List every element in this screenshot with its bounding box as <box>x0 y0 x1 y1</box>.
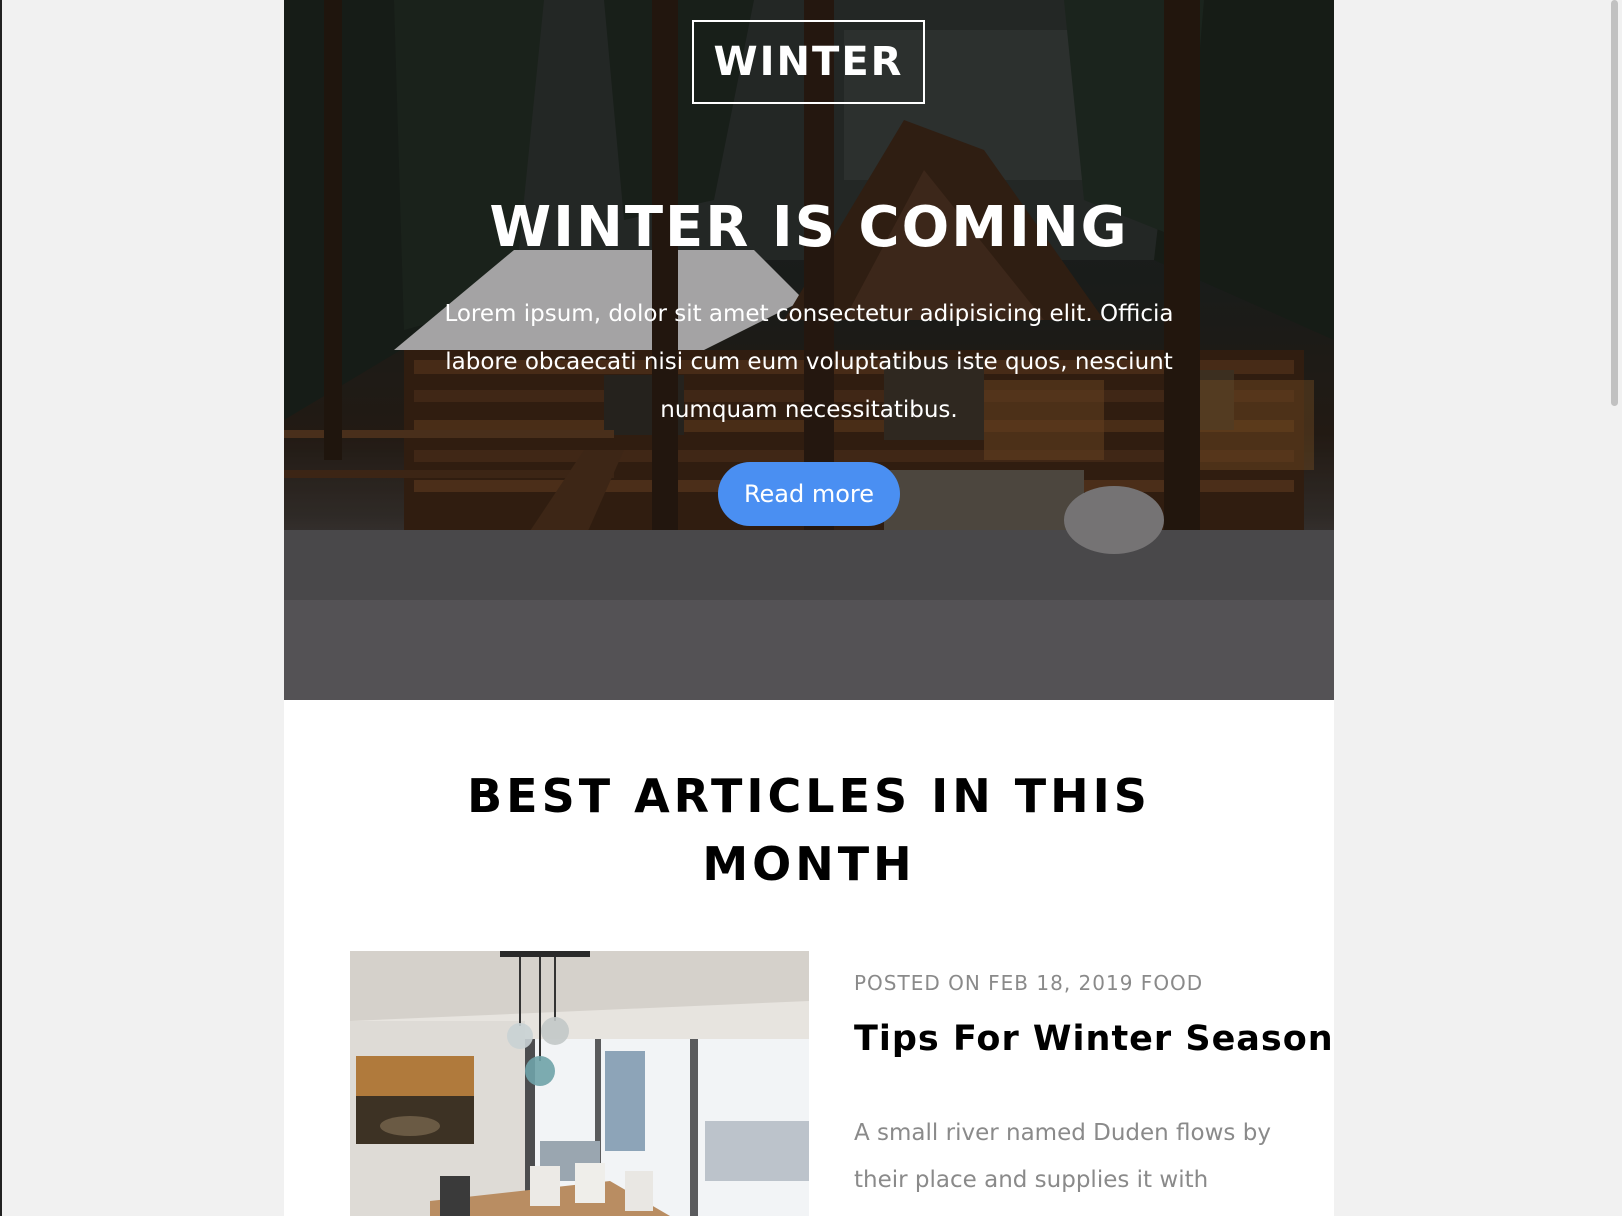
hero-banner: WINTER WINTER IS COMING Lorem ipsum, dol… <box>284 0 1334 700</box>
vertical-scrollbar[interactable] <box>1608 0 1622 1216</box>
article-title[interactable]: Tips For Winter Season <box>854 1014 1334 1064</box>
article-image[interactable] <box>350 951 809 1216</box>
scrollbar-thumb[interactable] <box>1611 0 1618 406</box>
article-meta: POSTED ON FEB 18, 2019 FOOD <box>854 971 1204 995</box>
hero-title: WINTER IS COMING <box>489 195 1129 260</box>
section-title: BEST ARTICLES IN THIS MONTH <box>467 769 1151 891</box>
dining-room-image <box>350 951 809 1216</box>
email-newsletter: WINTER WINTER IS COMING Lorem ipsum, dol… <box>284 0 1334 1216</box>
hero-description: Lorem ipsum, dolor sit amet consectetur … <box>444 301 1174 423</box>
article-excerpt: A small river named Duden flows by their… <box>854 1120 1271 1193</box>
window-left-edge <box>0 0 2 1216</box>
read-more-button[interactable]: Read more <box>718 462 900 526</box>
brand-logo[interactable]: WINTER <box>692 20 925 104</box>
